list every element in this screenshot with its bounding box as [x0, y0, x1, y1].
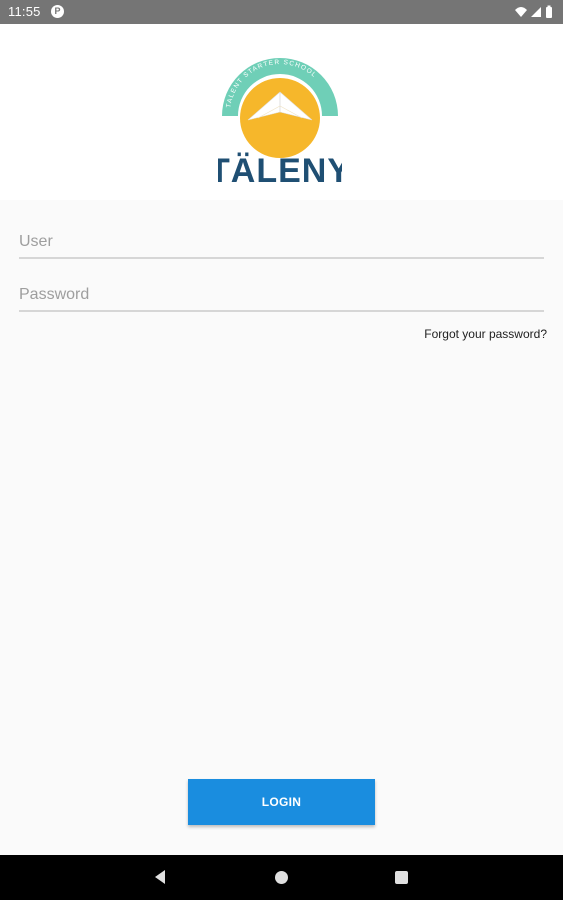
recents-icon[interactable] [395, 871, 408, 884]
wifi-icon [515, 7, 527, 17]
header: TALENT STARTER SCHOOL TÄLENY [0, 24, 563, 200]
home-icon[interactable] [275, 871, 288, 884]
notification-icon: P [51, 5, 64, 18]
status-bar: 11:55 P [0, 0, 563, 24]
navigation-bar [0, 855, 563, 900]
back-icon[interactable] [153, 869, 167, 885]
user-input[interactable] [19, 227, 544, 259]
taleny-logo: TALENT STARTER SCHOOL TÄLENY [218, 58, 342, 190]
forgot-password-link[interactable]: Forgot your password? [424, 327, 547, 341]
password-input[interactable] [19, 280, 544, 312]
system-status-icons [515, 5, 552, 18]
login-button[interactable]: LOGIN [188, 779, 375, 825]
signal-icon [531, 7, 541, 17]
status-time: 11:55 [8, 4, 41, 19]
logo-wordmark: TÄLENY [218, 152, 342, 190]
battery-icon [546, 5, 552, 18]
